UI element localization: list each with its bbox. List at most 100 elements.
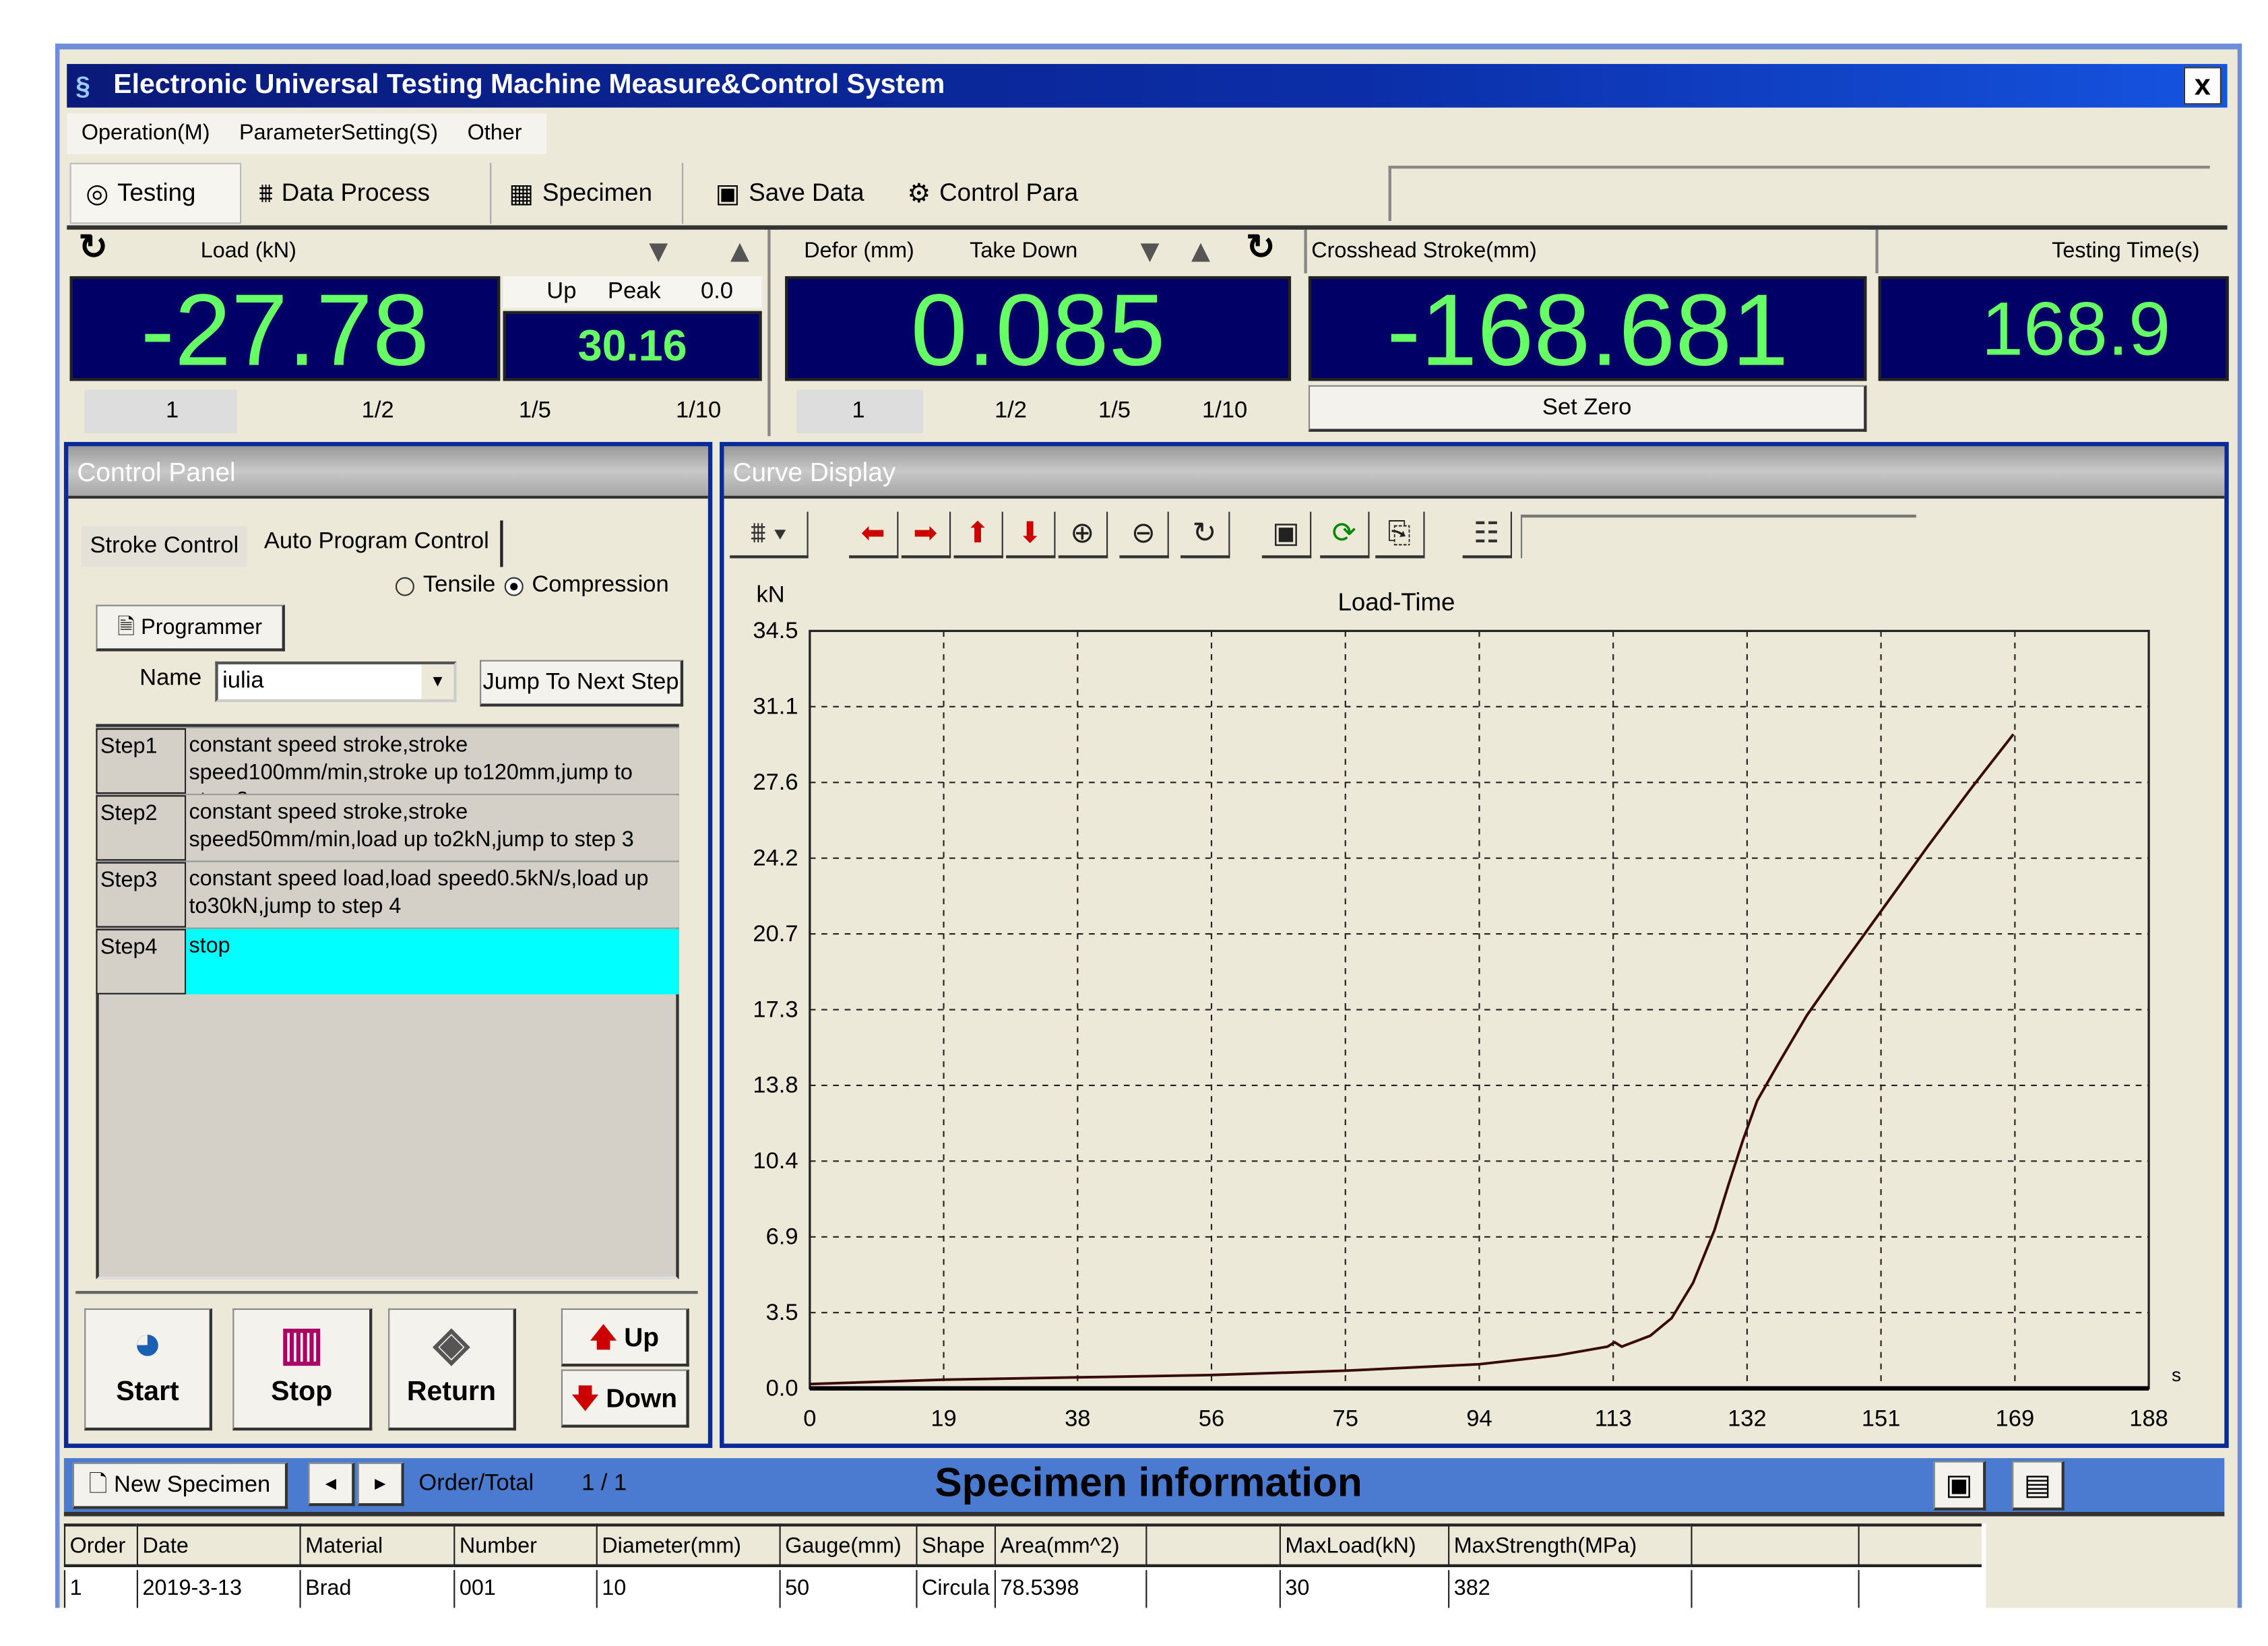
return-button[interactable]: ◈ Return [388,1308,516,1431]
step-row-active[interactable]: Step4 stop [96,927,679,994]
column-header[interactable]: Shape [916,1523,995,1568]
jump-next-step-button[interactable]: Jump To Next Step [480,660,684,707]
table-cell[interactable]: 10 [596,1570,780,1608]
step-text: constant speed stroke,stroke speed100mm/… [186,728,679,794]
column-header[interactable]: Material [299,1523,454,1568]
monitor-icon[interactable]: ▣ [1261,511,1312,559]
settings-chart-icon[interactable]: ☷ [1462,511,1513,559]
stop-label: Stop [271,1376,333,1407]
x-tick-label: 132 [1728,1406,1767,1432]
prev-specimen-button[interactable]: ◂ [308,1462,355,1507]
down-button[interactable]: 🡇 Down [561,1369,689,1428]
order-total-label: Order/Total [418,1471,534,1496]
toolbar-data-process[interactable]: ⩩ Data Process [244,162,492,224]
close-button[interactable]: x [2183,67,2222,105]
arrow-left-icon[interactable]: ⬅ [849,511,899,559]
menu-other[interactable]: Other [468,121,522,146]
return-label: Return [406,1376,497,1407]
specimen-table: Order 1 Date 2019-3-13 Material Brad Number 001… [63,1523,1986,1608]
step-row[interactable]: Step3 constant speed load,load speed0.5kN… [96,860,679,928]
name-select[interactable]: iulia ▼ [215,661,457,703]
refresh-icon[interactable]: ↻ [1246,227,1275,271]
column-header[interactable]: Date [136,1523,300,1568]
zoom-out-icon[interactable]: ⊖ [1119,511,1169,559]
range-fifth[interactable]: 1/5 [519,389,551,433]
column-header[interactable]: Diameter(mm) [596,1523,780,1568]
chevron-down-icon[interactable]: ▼ [421,664,454,699]
triangle-down-icon[interactable]: ▼ [643,230,674,274]
table-cell[interactable]: 50 [779,1570,916,1608]
up-button[interactable]: 🡅 Up [561,1308,689,1367]
arrow-up-icon[interactable]: ⬆ [953,511,1003,559]
toolbar-specimen[interactable]: ▦ Specimen [495,162,684,224]
set-zero-button[interactable]: Set Zero [1308,385,1867,432]
table-cell[interactable] [1145,1570,1280,1608]
export-icon[interactable]: ⎘ [1375,511,1425,559]
column-header[interactable]: MaxStrength(MPa) [1448,1523,1691,1568]
down-label: Down [606,1384,677,1414]
stop-button[interactable]: ▥ Stop [232,1308,373,1431]
zoom-in-icon[interactable]: ⊕ [1058,511,1108,559]
column-header[interactable]: Order [63,1523,137,1568]
column-header[interactable] [1691,1523,1858,1568]
radio-compression[interactable] [504,576,524,596]
column-header[interactable]: Area(mm^2) [994,1523,1146,1568]
new-specimen-button[interactable]: 🗋 New Specimen [72,1462,288,1509]
triangle-up-icon[interactable]: ▲ [1185,230,1217,274]
table-cell[interactable]: 30 [1279,1570,1448,1608]
table-cell[interactable]: 2019-3-13 [136,1570,300,1608]
stroke-display: -168.681 [1308,276,1867,381]
app-logo-icon: § [75,71,90,100]
step-row[interactable]: Step1 constant speed stroke,stroke speed1… [96,726,679,794]
return-icon: ◈ [433,1317,470,1370]
programmer-button[interactable]: 🗎 Programmer [96,604,285,652]
menu-parameter-setting[interactable]: ParameterSetting(S) [239,121,438,146]
arrow-down-icon[interactable]: ⬇ [1006,511,1056,559]
range-tenth[interactable]: 1/10 [676,389,721,433]
step-row[interactable]: Step2 constant speed stroke,stroke speed5… [96,794,679,861]
range-tenth[interactable]: 1/10 [1202,389,1247,433]
peak-label: Peak [607,279,661,304]
radio-tensile[interactable] [395,576,414,596]
toolbar-control-para[interactable]: ⚙ Control Para [893,163,1111,224]
chart-type-dropdown[interactable]: ⩩ ▾ [730,511,809,559]
column-header[interactable] [1858,1523,1982,1568]
table-cell[interactable]: 1 [63,1570,137,1608]
range-fifth[interactable]: 1/5 [1098,389,1131,433]
y-tick-label: 24.2 [753,845,798,871]
monitor-icon[interactable]: ▤ [2012,1461,2065,1511]
reset-icon[interactable]: ↻ [1180,511,1230,559]
tab-auto-program-control[interactable]: Auto Program Control [253,520,503,567]
table-cell[interactable]: 001 [453,1570,596,1608]
triangle-down-icon[interactable]: ▼ [1134,230,1166,274]
table-cell[interactable]: Brad [299,1570,453,1608]
column-header[interactable]: MaxLoad(kN) [1279,1523,1449,1568]
table-cell[interactable]: Circula [916,1570,995,1608]
column-header[interactable]: Number [453,1523,596,1568]
save-icon[interactable]: ▣ [1933,1461,1986,1511]
column-header[interactable]: Gauge(mm) [779,1523,916,1568]
range-half[interactable]: 1/2 [362,389,394,433]
mode-radio-group: Tensile Compression [395,573,669,599]
time-header: Testing Time(s) [1875,229,2229,274]
column-header[interactable] [1145,1523,1280,1568]
triangle-up-icon[interactable]: ▲ [724,230,756,274]
next-specimen-button[interactable]: ▸ [357,1462,404,1507]
y-tick-label: 6.9 [766,1224,798,1250]
table-cell[interactable] [1691,1570,1858,1608]
defor-range-selector: 1 1/2 1/5 1/10 [782,389,1291,433]
range-1[interactable]: 1 [84,389,237,433]
range-half[interactable]: 1/2 [995,389,1027,433]
refresh-icon[interactable]: ⟳ [1320,511,1370,559]
menu-operation[interactable]: Operation(M) [82,121,210,146]
start-button[interactable]: ◕ Start [84,1308,213,1431]
table-cell[interactable]: 78.5398 [994,1570,1145,1608]
toolbar-save-data[interactable]: ▣ Save Data [701,163,890,224]
range-1[interactable]: 1 [796,389,923,433]
table-cell[interactable]: 382 [1448,1570,1691,1608]
tab-stroke-control[interactable]: Stroke Control [81,526,247,567]
table-cell[interactable] [1858,1570,1982,1608]
arrow-right-icon[interactable]: ➡ [901,511,951,559]
refresh-icon[interactable]: ↻ [79,227,108,271]
toolbar-testing[interactable]: ◎ Testing [69,162,242,224]
